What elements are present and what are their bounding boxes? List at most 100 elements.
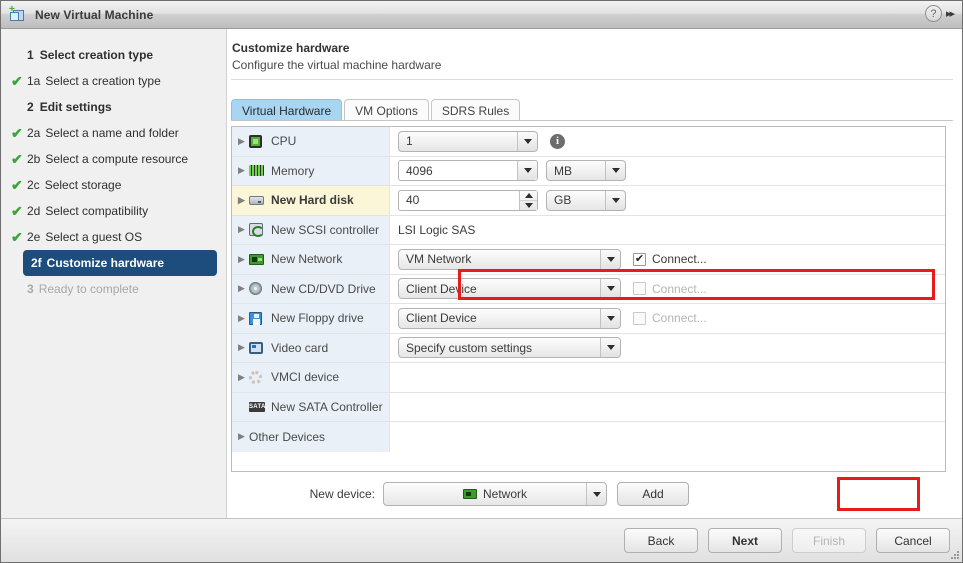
chevron-down-icon[interactable] <box>517 161 537 181</box>
sidebar-step-2f[interactable]: 2f Customize hardware <box>23 250 217 276</box>
units-select[interactable]: GB <box>546 189 626 211</box>
page-subtitle: Configure the virtual machine hardware <box>232 58 442 72</box>
sidebar-step-2[interactable]: 2 Edit settings <box>1 94 226 120</box>
value-input[interactable]: 4096 <box>398 160 538 182</box>
add-device-button[interactable]: Add <box>617 482 689 506</box>
hardware-row[interactable]: ▶ Other Devices <box>232 422 945 452</box>
sidebar-step-label: Select storage <box>44 178 122 192</box>
value-select[interactable]: Client Device <box>398 278 621 300</box>
hardware-row-label-cell[interactable]: ▶ New Network <box>232 245 390 274</box>
hardware-device-name: New Network <box>271 252 343 267</box>
value-select[interactable]: Client Device <box>398 307 621 329</box>
hardware-row[interactable]: ▶ New Floppy drive Client Device Connect... <box>232 304 945 334</box>
expand-arrow-icon[interactable]: ▶ <box>238 284 249 293</box>
expand-icon[interactable]: ▸▸ <box>946 7 958 20</box>
tab-virtual-hardware[interactable]: Virtual Hardware <box>231 99 343 121</box>
hardware-row[interactable]: ▶ VMCI device <box>232 363 945 393</box>
chevron-down-icon[interactable] <box>600 279 620 299</box>
hardware-row-label-cell[interactable]: ▶ New Floppy drive <box>232 304 390 333</box>
sidebar-step-number: 2d <box>27 204 41 218</box>
hardware-row-label-cell[interactable]: ▶SATA New SATA Controller <box>232 392 390 421</box>
info-icon[interactable]: i <box>550 133 565 149</box>
hardware-row[interactable]: ▶SATA New SATA Controller <box>232 392 945 422</box>
expand-arrow-icon[interactable]: ▶ <box>238 372 249 382</box>
hardware-row-label-cell[interactable]: ▶ Other Devices <box>232 422 390 452</box>
dialog-footer: Back Next Finish Cancel <box>1 518 962 562</box>
hardware-row-label-cell[interactable]: ▶ VMCI device <box>232 363 390 392</box>
hardware-row-label-cell[interactable]: ▶ New CD/DVD Drive <box>232 274 390 303</box>
hard-disk-icon <box>249 193 266 208</box>
hardware-row-label-cell[interactable]: ▶ CPU <box>232 127 390 156</box>
hardware-row-value-cell: 4096 MB <box>390 156 945 185</box>
value-select[interactable]: 1 <box>398 130 538 152</box>
chevron-down-icon[interactable] <box>586 483 606 505</box>
units-select[interactable]: MB <box>546 160 626 182</box>
resize-grip-icon[interactable] <box>950 550 959 559</box>
hardware-row-value-cell: 1i <box>390 127 945 156</box>
chevron-down-icon[interactable] <box>517 131 537 151</box>
window-title-bar: + New Virtual Machine ? ▸▸ <box>1 1 962 29</box>
help-icon[interactable]: ? <box>924 5 942 22</box>
expand-arrow-icon[interactable]: ▶ <box>238 195 249 205</box>
expand-arrow-icon[interactable]: ▶ <box>238 225 249 234</box>
hardware-row-value-cell: 40 GB <box>390 186 945 215</box>
cpu-icon <box>249 134 266 149</box>
value-text: 1 <box>406 134 413 149</box>
new-device-select[interactable]: Network <box>383 482 607 506</box>
hardware-row[interactable]: ▶ New Hard disk 40 GB <box>232 186 945 216</box>
hardware-device-name: New Floppy drive <box>271 311 364 326</box>
hardware-row-label-cell[interactable]: ▶ New Hard disk <box>232 186 390 215</box>
sidebar-step-2d[interactable]: ✔ 2d Select compatibility <box>1 198 226 224</box>
tab-vm-options[interactable]: VM Options <box>344 99 429 121</box>
sidebar-step-2b[interactable]: ✔ 2b Select a compute resource <box>1 146 226 172</box>
value-select[interactable]: Specify custom settings <box>398 337 621 359</box>
hardware-row-label-cell[interactable]: ▶ Video card <box>232 333 390 362</box>
cancel-button[interactable]: Cancel <box>876 528 950 553</box>
connect-label: Connect... <box>652 311 707 326</box>
tab-sdrs-rules[interactable]: SDRS Rules <box>430 99 521 121</box>
hardware-row-label-cell[interactable]: ▶ New SCSI controller <box>232 215 390 244</box>
hardware-row[interactable]: ▶ New SCSI controller LSI Logic SAS <box>232 215 945 245</box>
chevron-down-icon[interactable] <box>600 308 620 328</box>
value-input[interactable]: 40 <box>398 189 538 211</box>
hardware-row[interactable]: ▶ Memory 4096 MB <box>232 156 945 186</box>
value-select[interactable]: VM Network <box>398 248 621 270</box>
back-button[interactable]: Back <box>624 528 698 553</box>
stepper-up-icon[interactable] <box>520 191 537 200</box>
expand-arrow-icon[interactable]: ▶ <box>238 166 249 175</box>
hardware-device-name: Memory <box>271 163 315 178</box>
stepper-down-icon[interactable] <box>520 199 537 210</box>
hardware-row[interactable]: ▶ New CD/DVD Drive Client Device Connect... <box>232 274 945 304</box>
hardware-row[interactable]: ▶ CPU 1 i <box>232 127 945 157</box>
hardware-device-name: New SATA Controller <box>271 399 383 414</box>
connect-checkbox-group[interactable]: ✔ Connect... <box>633 252 707 266</box>
sidebar-step-2e[interactable]: ✔ 2e Select a guest OS <box>1 224 226 250</box>
hardware-row[interactable]: ▶ Video card Specify custom settings <box>232 333 945 363</box>
value-text: Client Device <box>406 311 477 326</box>
expand-arrow-icon[interactable]: ▶ <box>238 432 249 441</box>
memory-icon <box>249 163 266 178</box>
expand-arrow-icon[interactable]: ▶ <box>238 343 249 352</box>
chevron-down-icon[interactable] <box>605 161 625 181</box>
expand-arrow-icon[interactable]: ▶ <box>238 254 249 264</box>
page-title: Customize hardware <box>232 41 350 55</box>
units-text: MB <box>554 163 572 178</box>
spinner-stepper[interactable] <box>519 190 537 210</box>
sidebar-step-number: 3 <box>27 282 34 296</box>
sidebar-step-2a[interactable]: ✔ 2a Select a name and folder <box>1 120 226 146</box>
hardware-row[interactable]: ▶ New Network VM Network ✔ Connect... <box>232 245 945 275</box>
next-button[interactable]: Next <box>708 528 782 553</box>
expand-arrow-icon[interactable]: ▶ <box>238 136 249 146</box>
chevron-down-icon[interactable] <box>600 338 620 358</box>
sidebar-step-1a[interactable]: ✔ 1a Select a creation type <box>1 68 226 94</box>
sidebar-step-label: Edit settings <box>39 100 112 114</box>
connect-checkbox[interactable]: ✔ <box>633 252 646 266</box>
video-card-icon <box>249 340 266 355</box>
sidebar-step-2c[interactable]: ✔ 2c Select storage <box>1 172 226 198</box>
chevron-down-icon[interactable] <box>605 190 625 210</box>
hardware-row-label-cell[interactable]: ▶ Memory <box>232 156 390 185</box>
sidebar-step-1[interactable]: 1 Select creation type <box>1 42 226 68</box>
units-text: GB <box>554 193 572 208</box>
expand-arrow-icon[interactable]: ▶ <box>238 313 249 323</box>
chevron-down-icon[interactable] <box>600 249 620 269</box>
